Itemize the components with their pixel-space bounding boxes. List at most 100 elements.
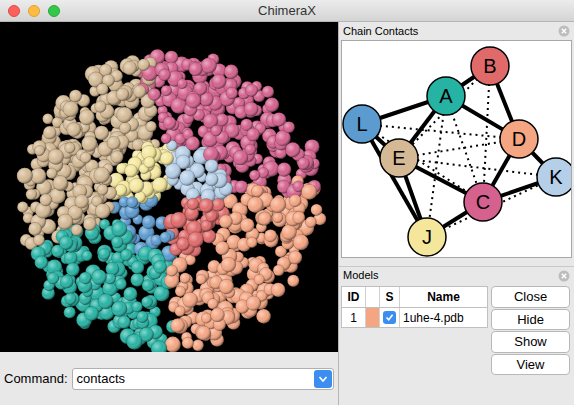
chain-node[interactable]: C	[464, 183, 502, 221]
atom	[160, 152, 173, 165]
atom	[244, 102, 258, 116]
command-input[interactable]: contacts	[72, 368, 334, 390]
column-header[interactable]: Name	[400, 287, 487, 307]
atom	[171, 318, 185, 332]
models-title: Models	[343, 267, 378, 284]
atom	[84, 306, 98, 320]
model-button[interactable]: Close	[491, 286, 570, 308]
atom	[186, 136, 200, 150]
atom	[79, 110, 94, 125]
atom	[247, 237, 258, 248]
atom	[224, 65, 238, 79]
svg-text:K: K	[549, 166, 563, 188]
atom	[144, 157, 155, 168]
atom	[97, 83, 109, 95]
atom	[281, 225, 296, 240]
atom	[171, 212, 187, 228]
atom	[123, 287, 137, 301]
minimize-button[interactable]	[28, 5, 40, 17]
atom	[258, 212, 271, 225]
atom	[192, 340, 203, 351]
graphics-viewport[interactable]	[0, 22, 338, 352]
atom	[112, 301, 128, 317]
atom	[196, 274, 206, 284]
atom	[141, 296, 152, 307]
chain-node[interactable]: K	[537, 158, 572, 196]
atom	[148, 88, 160, 100]
command-bar: Command:contacts	[0, 352, 338, 405]
contact-edge	[399, 158, 556, 177]
contact-edge	[362, 124, 483, 202]
atom	[82, 136, 98, 152]
atom	[163, 116, 176, 129]
atom	[233, 150, 248, 165]
chain-node[interactable]: J	[408, 218, 446, 256]
atom	[283, 121, 294, 132]
svg-text:D: D	[512, 128, 526, 150]
column-header[interactable]	[366, 287, 380, 307]
table-row[interactable]: 11uhe-4.pdb	[341, 308, 488, 328]
column-header[interactable]: S	[380, 287, 400, 307]
atom	[92, 270, 107, 285]
contact-edge	[427, 177, 556, 237]
atom	[33, 234, 44, 245]
atom	[272, 213, 286, 227]
atom	[247, 128, 260, 141]
atom	[64, 306, 76, 318]
history-dropdown[interactable]	[314, 370, 332, 388]
atom	[247, 197, 263, 213]
model-button[interactable]: Hide	[491, 309, 570, 331]
atom	[301, 184, 316, 199]
atom	[94, 167, 110, 183]
atom	[64, 251, 77, 264]
shown-checkbox[interactable]	[383, 311, 396, 324]
atom	[79, 272, 91, 284]
contact-graph: AB LE D K CJ	[342, 41, 572, 258]
atom	[58, 214, 73, 229]
atom	[69, 90, 81, 102]
atom	[235, 180, 248, 193]
atom	[116, 88, 129, 101]
atom	[265, 98, 279, 112]
model-button[interactable]: Show	[491, 331, 570, 353]
atom	[210, 308, 224, 322]
svg-text:E: E	[392, 147, 405, 169]
atom	[249, 170, 260, 181]
atom	[80, 152, 91, 163]
atom	[289, 251, 302, 264]
atom	[166, 265, 177, 276]
chain-node[interactable]: A	[427, 77, 465, 115]
zoom-button[interactable]	[48, 5, 60, 17]
atom	[159, 69, 171, 81]
close-panel-icon[interactable]	[558, 25, 570, 37]
column-header[interactable]: ID	[342, 287, 366, 307]
atom	[28, 222, 41, 235]
atom	[43, 114, 53, 124]
chain-contacts-title: Chain Contacts	[343, 23, 418, 40]
atom	[187, 198, 199, 210]
chain-node[interactable]: B	[471, 47, 509, 85]
atom	[34, 145, 44, 155]
atom	[205, 173, 218, 186]
atom	[95, 101, 107, 113]
atom	[123, 61, 137, 75]
atom	[273, 212, 283, 222]
chain-node[interactable]: D	[500, 120, 538, 158]
model-button[interactable]: View	[491, 354, 570, 376]
close-button[interactable]	[8, 5, 20, 17]
atom	[132, 301, 143, 312]
chain-contacts-header: Chain Contacts	[339, 22, 574, 40]
atom	[182, 337, 194, 349]
chain-node[interactable]: L	[343, 105, 381, 143]
atom	[71, 224, 82, 235]
chain-node[interactable]: E	[380, 139, 418, 177]
atom	[287, 275, 299, 287]
atom	[138, 59, 150, 71]
model-name: 1uhe-4.pdb	[400, 308, 487, 327]
atom	[67, 123, 81, 137]
model-color[interactable]	[366, 308, 380, 327]
atom	[47, 272, 59, 284]
title-bar: ChimeraX	[0, 0, 574, 22]
close-panel-icon[interactable]	[558, 270, 570, 282]
atom	[111, 151, 124, 164]
